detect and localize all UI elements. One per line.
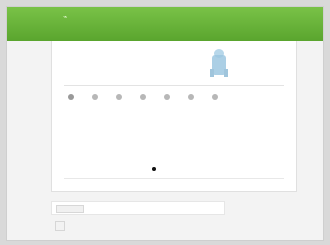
divider [64, 85, 284, 86]
site-header: ⌁ [7, 7, 323, 41]
pager-dot[interactable] [140, 94, 146, 100]
pager-dot[interactable] [164, 94, 170, 100]
browser-page: ⌁ [6, 6, 324, 241]
carousel-pager [68, 93, 282, 101]
divider [64, 178, 284, 179]
logo-mark-icon: ⌁ [63, 14, 68, 21]
pager-dot[interactable] [68, 94, 74, 100]
mascot-leg-icon [210, 69, 214, 77]
pager-dot[interactable] [212, 94, 218, 100]
cursor-dot-icon [152, 167, 156, 171]
site-logo[interactable]: ⌁ [51, 13, 81, 33]
mascot-leg-icon [224, 69, 228, 77]
info-icon [55, 221, 65, 231]
footer-button[interactable] [56, 205, 84, 213]
footer-search-bar [51, 201, 225, 215]
pager-dot[interactable] [92, 94, 98, 100]
pager-dot[interactable] [116, 94, 122, 100]
pager-dot[interactable] [188, 94, 194, 100]
main-content [51, 41, 297, 192]
mascot-image [206, 47, 232, 77]
